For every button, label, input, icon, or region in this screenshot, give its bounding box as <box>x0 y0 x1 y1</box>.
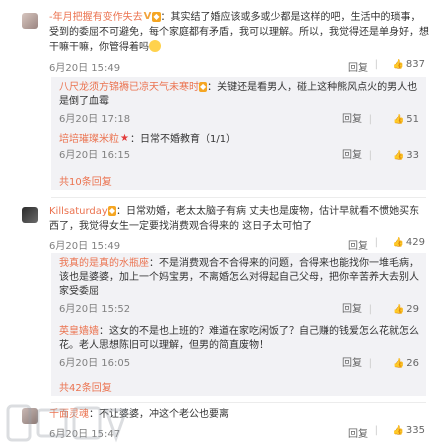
comment-meta: 6月20日 15:49 回复 | 👍 429 <box>49 237 425 252</box>
subreply-meta: 6月20日 17:18 回复 | 👍 51 <box>59 113 419 127</box>
member-badge-icon: ◆ <box>152 12 161 22</box>
reply-button[interactable]: 回复 <box>342 149 362 163</box>
comment-time: 6月20日 15:49 <box>49 63 121 74</box>
thumbs-up-icon: 👍 <box>392 60 404 70</box>
reply-button[interactable]: 回复 <box>342 357 362 371</box>
subreply-username[interactable]: 培培璀璨米粒 <box>59 134 119 145</box>
subreply-item: 八尺龙须方锦褥已凉天气未寒时◆：关键还是看男人，碰上这种熊风点火的男人也是倒了血… <box>59 81 419 125</box>
subreply-item: 培培璀璨米粒★：日常不婚教育（1/1） 6月20日 16:15 回复 | 👍 33 <box>59 133 419 162</box>
avatar[interactable] <box>22 13 38 29</box>
like-count: 26 <box>406 358 419 369</box>
reply-button[interactable]: 回复 <box>342 303 362 317</box>
divider: | <box>368 304 372 315</box>
more-replies-link[interactable]: 共10条回复 <box>59 173 112 188</box>
reply-button[interactable]: 回复 <box>348 59 368 74</box>
subreply-text: ：这女的不是也上班的？难道在家吃闲饭了？自己赚的钱爱怎么花就怎么花。老人思想陈旧… <box>59 326 419 351</box>
reply-button[interactable]: 回复 <box>342 113 362 127</box>
comment-username[interactable]: Killsaturday <box>49 206 108 217</box>
divider: | <box>374 425 378 436</box>
like-count: 51 <box>406 114 419 125</box>
subreply-username[interactable]: 英皇嫱嫱 <box>59 326 99 337</box>
subreply-time: 6月20日 16:15 <box>59 150 131 161</box>
comment-meta: 6月20日 15:49 回复 | 👍 837 <box>49 59 425 74</box>
subreply-username[interactable]: 我真的是真的水瓶座 <box>59 258 149 269</box>
subreply-time: 6月20日 15:52 <box>59 304 131 315</box>
subreply-username[interactable]: 八尺龙须方锦褥已凉天气未寒时 <box>59 82 199 93</box>
verified-badge-icon: V <box>143 11 152 22</box>
comment-body: -年月把握有变作失去V ◆：其实结了婚应该或多或少都是这样的吧，生活中的琐事，受到… <box>49 10 429 55</box>
thumbs-up-icon: 👍 <box>393 359 405 369</box>
smile-emoji-icon <box>149 40 161 52</box>
subreply-box: 八尺龙须方锦褥已凉天气未寒时◆：关键还是看男人，碰上这种熊风点火的男人也是倒了血… <box>51 77 426 190</box>
member-badge-icon: ◆ <box>199 82 208 92</box>
divider: | <box>374 237 378 248</box>
like-count: 335 <box>405 425 425 436</box>
subreply-item: 英皇嫱嫱：这女的不是也上班的？难道在家吃闲饭了？自己赚的钱爱怎么花就怎么花。老人… <box>59 325 419 369</box>
like-button[interactable]: 👍 335 <box>393 425 425 436</box>
thumbs-up-icon: 👍 <box>393 115 405 125</box>
divider: | <box>368 358 372 369</box>
like-button[interactable]: 👍 837 <box>393 59 425 70</box>
more-replies-link[interactable]: 共42条回复 <box>59 379 112 394</box>
like-button[interactable]: 👍 29 <box>393 303 419 317</box>
comment-time: 6月20日 15:49 <box>49 241 121 252</box>
thumbs-up-icon: 👍 <box>392 238 404 248</box>
thumbs-up-icon: 👍 <box>393 305 405 315</box>
divider: | <box>368 114 372 125</box>
avatar[interactable] <box>22 207 38 223</box>
star-badge-icon: ★ <box>120 133 129 144</box>
like-count: 837 <box>405 59 425 70</box>
comment-username[interactable]: -年月把握有变作失去 <box>49 12 143 23</box>
subreply-meta: 6月20日 16:05 回复 | 👍 26 <box>59 357 419 371</box>
reply-button[interactable]: 回复 <box>348 237 368 252</box>
subreply-time: 6月20日 17:18 <box>59 114 131 125</box>
thumbs-up-icon: 👍 <box>393 151 405 161</box>
watermark-logo <box>6 404 129 443</box>
like-count: 429 <box>405 237 425 248</box>
subreply-item: 我真的是真的水瓶座：不是消费观合不合得来的问题，合得来也能找你一堆毛病，该也是婆… <box>59 257 419 315</box>
subreply-time: 6月20日 16:05 <box>59 358 131 369</box>
comment-body: Killsaturday◆：日常劝婚，老太太脑子有病 丈夫也是废物，估计早就看不… <box>49 204 429 234</box>
like-button[interactable]: 👍 33 <box>393 149 419 163</box>
reply-button[interactable]: 回复 <box>348 425 368 440</box>
like-count: 33 <box>406 150 419 161</box>
divider: | <box>374 59 378 70</box>
subreply-box: 我真的是真的水瓶座：不是消费观合不合得来的问题，合得来也能找你一堆毛病，该也是婆… <box>51 253 426 396</box>
subreply-meta: 6月20日 16:15 回复 | 👍 33 <box>59 149 419 163</box>
subreply-text: ：日常不婚教育（1/1） <box>129 134 237 145</box>
like-button[interactable]: 👍 26 <box>393 357 419 371</box>
member-badge-icon: ◆ <box>107 206 116 216</box>
like-button[interactable]: 👍 429 <box>393 237 425 248</box>
divider: | <box>368 150 372 161</box>
thumbs-up-icon: 👍 <box>392 426 404 436</box>
like-button[interactable]: 👍 51 <box>393 113 419 127</box>
divider <box>51 197 426 198</box>
subreply-meta: 6月20日 15:52 回复 | 👍 29 <box>59 303 419 317</box>
like-count: 29 <box>406 304 419 315</box>
